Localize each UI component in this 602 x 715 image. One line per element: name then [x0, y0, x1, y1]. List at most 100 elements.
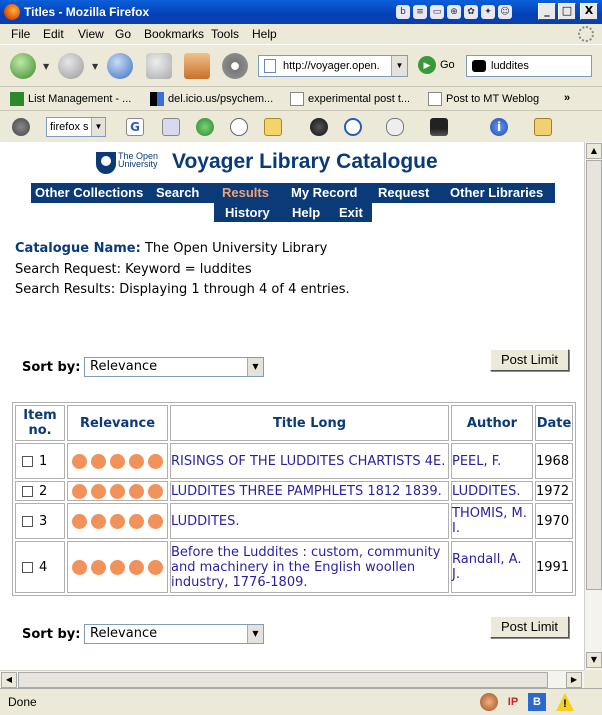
- toolbar-extension-icon[interactable]: b: [396, 5, 410, 19]
- menu-edit[interactable]: Edit: [43, 27, 64, 41]
- folder-icon[interactable]: [534, 118, 552, 136]
- post-limit-button-bottom[interactable]: Post Limit: [490, 616, 569, 638]
- bookmark-item[interactable]: del.icio.us/psychem...: [150, 92, 273, 106]
- minimize-button[interactable]: _: [538, 3, 556, 20]
- table-header-row: Item no. Relevance Title Long Author Dat…: [15, 405, 573, 441]
- menu-tools[interactable]: Tools: [211, 27, 239, 41]
- sort-dropdown-icon[interactable]: ▼: [247, 625, 263, 643]
- info-icon[interactable]: i: [490, 118, 508, 136]
- sort-dropdown-icon[interactable]: ▼: [247, 358, 263, 376]
- scroll-up-icon[interactable]: ▲: [586, 143, 602, 159]
- scroll-left-icon[interactable]: ◀: [1, 672, 17, 688]
- address-dropdown-icon[interactable]: ▼: [391, 56, 407, 76]
- toolbar-extension-icon[interactable]: ☺: [498, 5, 512, 19]
- select-dropdown-icon[interactable]: ▼: [91, 118, 105, 136]
- author-link[interactable]: LUDDITES.: [452, 484, 521, 499]
- sort-select-top[interactable]: Relevance ▼: [84, 357, 264, 377]
- menu-bookmarks[interactable]: Bookmarks: [144, 27, 204, 41]
- menu-help[interactable]: Help: [252, 27, 277, 41]
- item-cell: 4: [15, 541, 65, 593]
- search-bar[interactable]: luddites: [466, 55, 592, 77]
- nav-help[interactable]: Help: [292, 205, 320, 220]
- ip-icon[interactable]: IP: [504, 693, 522, 711]
- relevance-dot: [91, 483, 106, 499]
- col-title-long[interactable]: Title Long: [170, 405, 449, 441]
- warning-icon[interactable]: !: [556, 693, 574, 711]
- nav-history[interactable]: History: [225, 205, 270, 220]
- title-link[interactable]: Before the Luddites : custom, community …: [171, 545, 440, 590]
- horizontal-scrollbar[interactable]: ◀ ▶: [0, 670, 584, 688]
- search-engine-select[interactable]: firefox s ▼: [46, 117, 106, 137]
- horizontal-scroll-thumb[interactable]: [18, 672, 548, 688]
- reload-button[interactable]: [107, 53, 133, 79]
- post-limit-button-top[interactable]: Post Limit: [490, 349, 569, 371]
- menu-go[interactable]: Go: [115, 27, 131, 41]
- author-link[interactable]: Randall, A. J.: [452, 552, 521, 582]
- scroll-down-icon[interactable]: ▼: [586, 652, 602, 668]
- toolbar-extension-icon[interactable]: ⊕: [447, 5, 461, 19]
- back-button[interactable]: [10, 53, 36, 79]
- table-row: 1 RISINGS OF THE LUDDITES CHARTISTS 4E. …: [15, 443, 573, 479]
- select-checkbox[interactable]: [22, 515, 33, 527]
- catalogue-name: Catalogue Name: The Open University Libr…: [15, 241, 327, 256]
- home-button[interactable]: [184, 53, 210, 79]
- sort-label-bottom: Sort by:: [22, 627, 81, 642]
- back-dropdown-icon[interactable]: ▼: [43, 62, 49, 71]
- author-link[interactable]: THOMIS, M. I.: [452, 506, 527, 536]
- nav-request[interactable]: Request: [378, 185, 429, 200]
- menu-view[interactable]: View: [78, 27, 104, 41]
- gear-tool-icon[interactable]: [310, 118, 328, 136]
- stop-button[interactable]: [146, 53, 172, 79]
- mouse-icon[interactable]: [386, 118, 404, 136]
- zoom-icon[interactable]: [344, 118, 362, 136]
- col-author[interactable]: Author: [451, 405, 533, 441]
- author-link[interactable]: PEEL, F.: [452, 454, 501, 469]
- bookmarks-overflow-button[interactable]: »: [564, 92, 570, 104]
- nav-exit[interactable]: Exit: [339, 205, 363, 220]
- status-face-icon[interactable]: [480, 693, 498, 711]
- nav-other-collections[interactable]: Other Collections: [35, 185, 143, 200]
- toolbar-extension-icon[interactable]: ✿: [464, 5, 478, 19]
- settings-gear-icon[interactable]: [222, 53, 248, 79]
- go-button[interactable]: ▶ Go: [418, 56, 455, 74]
- toolbar-extension-icon[interactable]: ▭: [430, 5, 444, 19]
- relevance-dot: [148, 483, 163, 499]
- forward-button[interactable]: [58, 53, 84, 79]
- select-checkbox[interactable]: [22, 485, 33, 497]
- close-button[interactable]: X: [580, 3, 598, 20]
- bookmarklet-icon[interactable]: [162, 118, 180, 136]
- title-link[interactable]: LUDDITES THREE PAMPHLETS 1812 1839.: [171, 484, 442, 499]
- bookmark-item[interactable]: List Management - ...: [10, 92, 131, 106]
- book-icon[interactable]: [264, 118, 282, 136]
- col-date[interactable]: Date: [535, 405, 573, 441]
- nav-my-record[interactable]: My Record: [291, 185, 357, 200]
- relevance-dot: [72, 483, 87, 499]
- tool-menu-icon[interactable]: [12, 118, 30, 136]
- title-link[interactable]: LUDDITES.: [171, 514, 240, 529]
- select-checkbox[interactable]: [22, 455, 33, 467]
- sort-select-bottom[interactable]: Relevance ▼: [84, 624, 264, 644]
- vertical-scroll-thumb[interactable]: [586, 160, 602, 590]
- vertical-scrollbar[interactable]: ▲ ▼: [584, 142, 602, 670]
- b-icon[interactable]: B: [528, 693, 546, 711]
- scroll-right-icon[interactable]: ▶: [566, 672, 582, 688]
- toolbar-extension-icon[interactable]: ✦: [481, 5, 495, 19]
- bookmark-item[interactable]: Post to MT Weblog: [428, 92, 539, 106]
- nav-other-libraries[interactable]: Other Libraries: [450, 185, 543, 200]
- bookmark-item[interactable]: experimental post t...: [290, 92, 410, 106]
- forward-dropdown-icon[interactable]: ▼: [92, 62, 98, 71]
- menu-file[interactable]: File: [11, 27, 30, 41]
- relevance-dot: [148, 453, 163, 469]
- graduation-cap-icon[interactable]: [430, 118, 448, 136]
- maximize-button[interactable]: □: [558, 3, 576, 20]
- title-link[interactable]: RISINGS OF THE LUDDITES CHARTISTS 4E.: [171, 454, 445, 469]
- nav-search[interactable]: Search: [156, 185, 199, 200]
- clover-icon[interactable]: [196, 118, 214, 136]
- select-checkbox[interactable]: [22, 561, 33, 573]
- toolbar-extension-icon[interactable]: ≡: [413, 5, 427, 19]
- nav-results[interactable]: Results: [222, 185, 269, 200]
- google-icon[interactable]: G: [126, 118, 144, 136]
- search-engine-icon[interactable]: [472, 60, 486, 72]
- chat-bubble-icon[interactable]: [230, 118, 248, 136]
- address-bar[interactable]: http://voyager.open. ▼: [258, 55, 408, 77]
